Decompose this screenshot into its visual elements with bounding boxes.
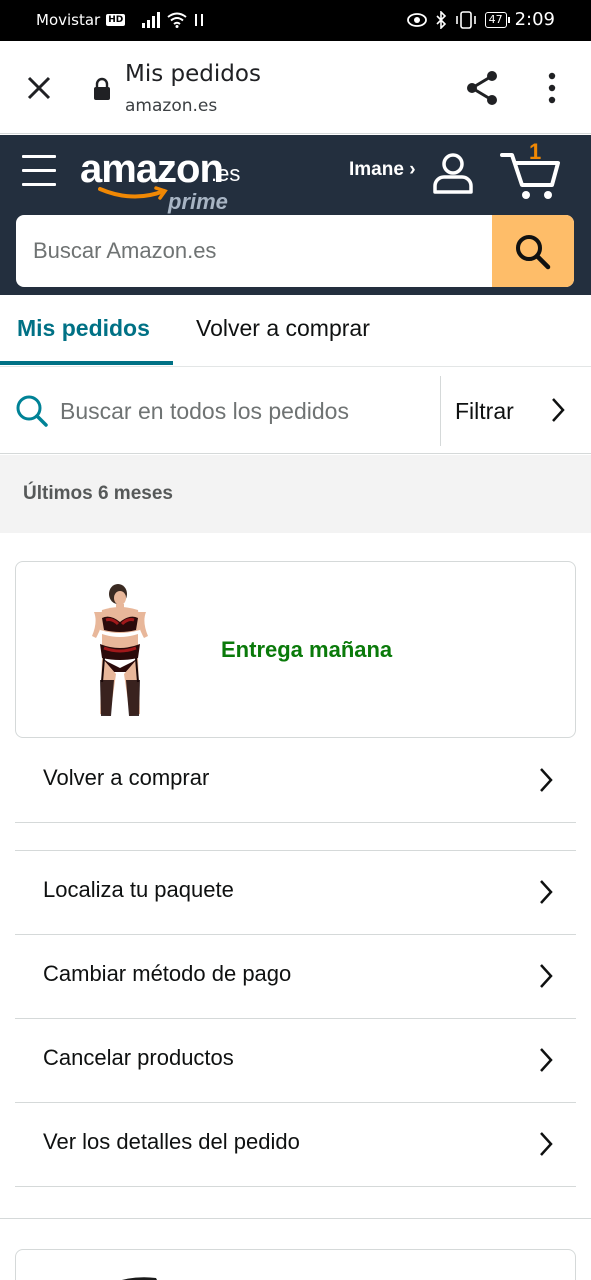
logo-prime: prime [168,189,228,214]
smile-arrow-icon [98,186,168,200]
share-icon[interactable] [464,69,500,107]
tab-my-orders[interactable]: Mis pedidos [17,315,150,342]
order-search-bar: Filtrar [0,368,591,454]
search-icon [516,235,551,270]
account-link[interactable]: Imane › [349,159,416,181]
chevron-right-icon [552,398,565,422]
lock-icon[interactable] [92,77,112,101]
more-options-icon[interactable] [541,71,563,105]
hd-badge: HD [106,14,126,26]
vibrate-icon [455,10,476,29]
wifi-icon [167,12,187,28]
buy-again-button[interactable]: Volver a comprar [15,739,576,823]
eye-icon [406,12,427,27]
action-label: Ver los detalles del pedido [43,1129,300,1154]
tab-buy-again[interactable]: Volver a comprar [196,315,370,342]
clock: 2:09 [514,9,555,30]
carrier-name: Movistar [36,11,101,29]
account-name: Imane › [349,159,416,180]
period-label: Últimos 6 meses [23,483,173,504]
product-image[interactable] [86,1272,166,1280]
order-search-input[interactable] [60,388,435,434]
amazon-header: amazon .es prime Imane › 1 [0,135,591,295]
menu-icon[interactable] [22,155,58,187]
product-image[interactable] [80,582,160,718]
track-package-button[interactable]: Localiza tu paquete [15,851,576,935]
order-card[interactable] [15,1249,576,1280]
amazon-logo[interactable]: amazon .es prime [80,145,250,215]
page-title: Mis pedidos [125,61,261,87]
status-right: 47 2:09 [406,9,555,30]
delivery-status: Entrega mañana [221,637,393,662]
time-period-header: Últimos 6 meses [0,455,591,533]
search-icon [16,395,48,427]
cancel-items-button[interactable]: Cancelar productos [15,1019,576,1103]
signal-icon [142,12,161,28]
browser-toolbar: Mis pedidos amazon.es [0,41,591,134]
action-label: Localiza tu paquete [43,877,234,902]
status-bar: Movistar HD 47 2:09 [0,0,591,41]
chevron-right-icon [540,964,553,988]
user-icon[interactable] [430,151,476,195]
active-tab-indicator [0,361,173,365]
filter-button[interactable]: Filtrar [441,368,591,454]
section-divider [0,1218,591,1219]
amazon-search-input[interactable] [16,215,492,287]
order-card[interactable]: Entrega mañana [15,561,576,738]
chevron-right-icon [540,880,553,904]
close-icon[interactable] [24,73,54,103]
action-label: Cancelar productos [43,1045,234,1070]
orders-tabs: Mis pedidos Volver a comprar [0,295,591,367]
action-label: Volver a comprar [43,765,210,790]
bluetooth-icon [436,10,446,29]
chevron-right-icon [540,1048,553,1072]
logo-suffix: .es [211,161,241,186]
data-arrows-icon [195,14,204,26]
chevron-right-icon [540,1132,553,1156]
order-details-button[interactable]: Ver los detalles del pedido [15,1103,576,1187]
action-label: Cambiar método de pago [43,961,292,986]
page-url[interactable]: amazon.es [125,96,217,116]
search-button[interactable] [492,215,574,287]
filter-label: Filtrar [455,398,514,424]
battery-icon: 47 [484,11,510,28]
change-payment-button[interactable]: Cambiar método de pago [15,935,576,1019]
status-left: Movistar HD [36,11,205,29]
cart-count: 1 [529,139,542,164]
amazon-search-bar [16,215,574,287]
chevron-right-icon [540,768,553,792]
